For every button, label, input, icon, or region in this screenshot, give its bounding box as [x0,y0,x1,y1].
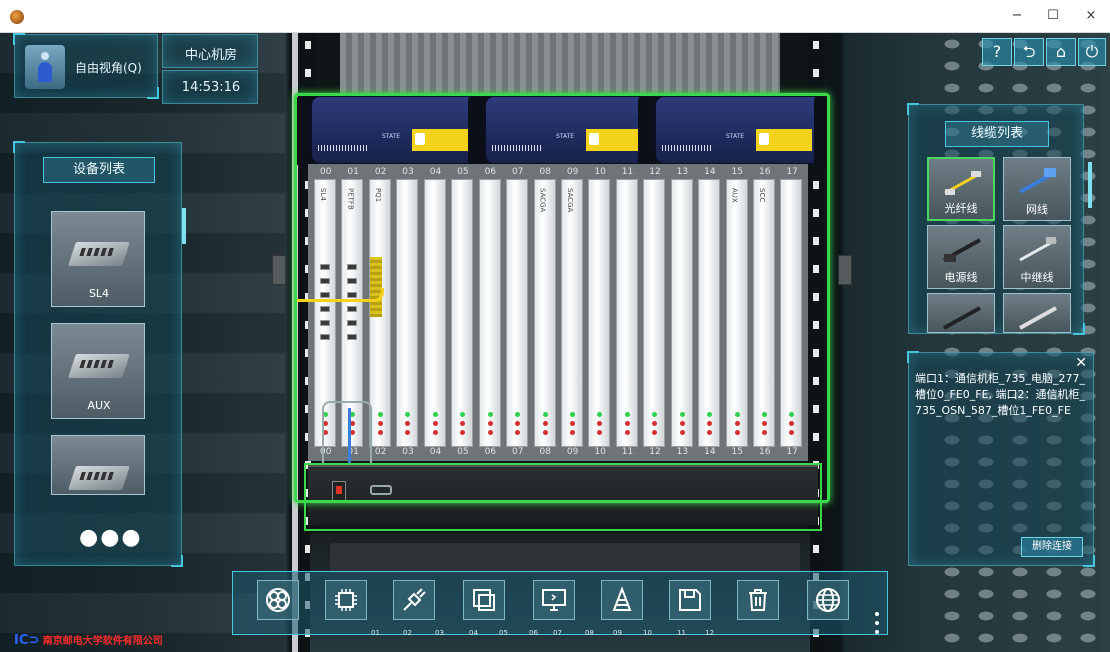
cable-list-panel: 线缆列表 光纤线 网线 电源线 中继线 [907,103,1085,335]
toolbar-number: 04 [469,629,478,637]
cable-item-power[interactable]: 电源线 [927,225,995,289]
connection-info-panel: ✕ 端口1：通信机柜_735_电脑_277_槽位0_FE0_FE, 端口2：通信… [907,351,1095,567]
cable-item-label: 电源线 [944,271,978,284]
selection-highlight-lower [304,463,822,531]
toolbar-number: 11 [677,629,686,637]
rail-hole [813,69,819,77]
clock-time: 14:53:16 [181,80,241,95]
device-card-label: SL4 [88,287,110,300]
fiber-cable-icon [944,171,982,195]
logo-icon: ⅠC⊃ [14,633,40,648]
view-mode-button[interactable]: 自由视角(Q) [13,33,159,99]
rack-top-vent [340,33,780,95]
bottom-toolbar: 01 02 03 04 05 06 07 08 09 10 11 12 [232,571,888,637]
close-icon[interactable]: ✕ [1075,355,1087,371]
room-name: 中心机房 [184,48,237,63]
cable-item-ethernet[interactable]: 网线 [1003,157,1071,221]
globe-icon[interactable] [807,580,849,620]
more-devices-button[interactable]: ●●● [79,525,143,550]
help-icon[interactable]: ? [982,38,1012,66]
cable-icon [943,306,981,330]
toolbar-number: 06 [529,629,538,637]
device-card[interactable] [51,435,145,495]
rail-hole [305,69,311,77]
cable-item[interactable] [927,293,995,333]
connection-info-text: 端口1：通信机柜_735_电脑_277_槽位0_FE0_FE, 端口2：通信机柜… [915,372,1086,417]
cable-item-label: 中继线 [1020,271,1054,284]
toolbar-number: 01 [371,629,380,637]
ethernet-cable-icon [1019,168,1057,194]
monitor-icon[interactable] [533,580,575,620]
layers-icon[interactable] [463,580,505,620]
plug-icon[interactable] [393,580,435,620]
toolbar-number: 10 [643,629,652,637]
board-thumbnail-icon [68,466,130,490]
clock-box: 14:53:16 [162,70,258,104]
minimize-button[interactable]: − [1006,6,1028,26]
board-thumbnail-icon [68,354,130,378]
toolbar-number: 05 [499,629,508,637]
toolbar-number: 08 [585,629,594,637]
selection-highlight [294,93,830,503]
rail-hole [305,41,311,49]
cable-item-label: 网线 [1026,203,1048,216]
chip-icon[interactable] [325,580,367,620]
cable-item[interactable] [1003,293,1071,333]
close-button[interactable]: × [1080,6,1102,26]
cable-item-label: 光纤线 [944,202,978,215]
toolbar-number: 02 [403,629,412,637]
maximize-button[interactable]: ☐ [1042,6,1064,26]
cable-item-fiber[interactable]: 光纤线 [927,157,995,221]
cone-icon[interactable] [601,580,643,620]
toolbar-number: 12 [705,629,714,637]
toolbar-number: 03 [435,629,444,637]
cable-list-scrollbar[interactable] [1088,162,1092,208]
device-card-aux[interactable]: AUX [51,323,145,419]
rack-handle-right [838,255,852,285]
device-card-label: AUX [87,399,111,412]
cable-item-trunk[interactable]: 中继线 [1003,225,1071,289]
device-card-sl4[interactable]: SL4 [51,211,145,307]
app-icon [10,10,24,24]
device-list-panel: 设备列表 SL4 AUX ●●● [13,141,183,567]
trunk-cable-icon [1019,237,1057,262]
rail-hole [813,41,819,49]
lower-rack-plate [330,543,800,573]
pawn-icon [25,45,65,89]
power-cable-icon [943,238,981,262]
cable-list-title: 线缆列表 [945,121,1049,147]
room-name-box: 中心机房 [162,34,258,68]
toolbar-number: 09 [613,629,622,637]
device-list-scrollbar[interactable] [182,208,186,244]
window-titlebar: − ☐ × [0,0,1110,33]
toolbar-number: 07 [553,629,562,637]
more-options-button[interactable] [875,612,881,634]
home-icon[interactable]: ⌂ [1046,38,1076,66]
view-mode-label: 自由视角(Q) [75,61,142,75]
network-tool-icon[interactable] [257,580,299,620]
company-logo: ⅠC⊃ 南京邮电大学软件有限公司 [14,632,163,648]
trash-icon[interactable] [737,580,779,620]
logo-text: 南京邮电大学软件有限公司 [42,636,163,647]
device-list-title: 设备列表 [43,157,155,183]
rack-handle-left [272,255,286,285]
return-icon[interactable]: ⮌ [1014,38,1044,66]
cable-icon [1019,306,1057,330]
delete-connection-button[interactable]: 删除连接 [1021,537,1083,557]
save-icon[interactable] [669,580,711,620]
power-icon[interactable]: ⏻ [1078,38,1106,66]
rail-hole [813,545,819,553]
board-thumbnail-icon [68,242,130,266]
